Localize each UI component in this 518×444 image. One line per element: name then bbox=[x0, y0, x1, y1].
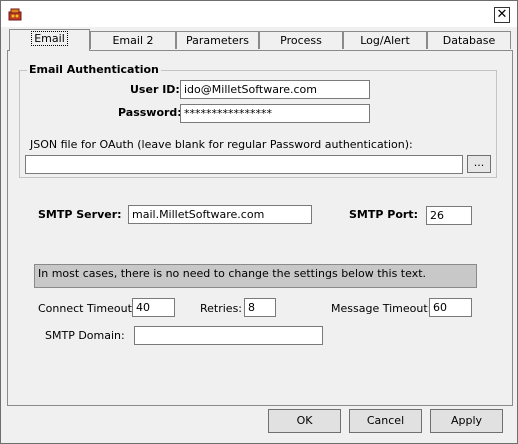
browse-button[interactable]: ... bbox=[467, 155, 491, 173]
tab-process[interactable]: Process bbox=[259, 31, 343, 49]
smtp-domain-label: SMTP Domain: bbox=[45, 329, 125, 342]
message-timeout-label: Message Timeout: bbox=[331, 302, 432, 315]
cancel-button[interactable]: Cancel bbox=[349, 409, 422, 433]
smtp-domain-field[interactable] bbox=[134, 326, 323, 345]
json-oauth-file-field[interactable] bbox=[25, 155, 463, 174]
smtp-port-field[interactable]: 26 bbox=[426, 206, 472, 225]
password-field[interactable]: **************** bbox=[180, 104, 370, 123]
tab-email-2[interactable]: Email 2 bbox=[90, 31, 176, 49]
title-bar: ✕ bbox=[1, 1, 517, 27]
tab-strip: Email Email 2 Parameters Process Log/Ale… bbox=[7, 29, 513, 51]
tab-database[interactable]: Database bbox=[427, 31, 511, 49]
connect-timeout-label: Connect Timeout: bbox=[38, 302, 136, 315]
close-icon: ✕ bbox=[496, 7, 508, 22]
retries-field[interactable]: 8 bbox=[244, 298, 276, 317]
message-timeout-field[interactable]: 60 bbox=[429, 298, 472, 317]
retries-label: Retries: bbox=[200, 302, 243, 315]
tab-parameters[interactable]: Parameters bbox=[176, 31, 259, 49]
password-label: Password: bbox=[118, 106, 182, 119]
json-oauth-label: JSON file for OAuth (leave blank for reg… bbox=[30, 138, 413, 151]
tab-log-alert[interactable]: Log/Alert bbox=[343, 31, 427, 49]
settings-window: ✕ Email Email 2 Parameters Process Log/A… bbox=[0, 0, 518, 444]
smtp-port-label: SMTP Port: bbox=[349, 208, 418, 221]
smtp-server-field[interactable]: mail.MilletSoftware.com bbox=[128, 205, 312, 224]
connect-timeout-field[interactable]: 40 bbox=[132, 298, 175, 317]
close-button[interactable]: ✕ bbox=[494, 7, 510, 23]
ok-button[interactable]: OK bbox=[268, 409, 341, 433]
app-icon bbox=[8, 8, 22, 21]
browse-icon: ... bbox=[473, 156, 485, 169]
tab-email[interactable]: Email bbox=[9, 29, 90, 51]
email-authentication-title: Email Authentication bbox=[27, 63, 161, 76]
advanced-settings-notice: In most cases, there is no need to chang… bbox=[34, 264, 477, 288]
smtp-server-label: SMTP Server: bbox=[38, 208, 122, 221]
user-id-field[interactable]: ido@MilletSoftware.com bbox=[180, 80, 370, 99]
apply-button[interactable]: Apply bbox=[430, 409, 503, 433]
user-id-label: User ID: bbox=[130, 83, 180, 96]
